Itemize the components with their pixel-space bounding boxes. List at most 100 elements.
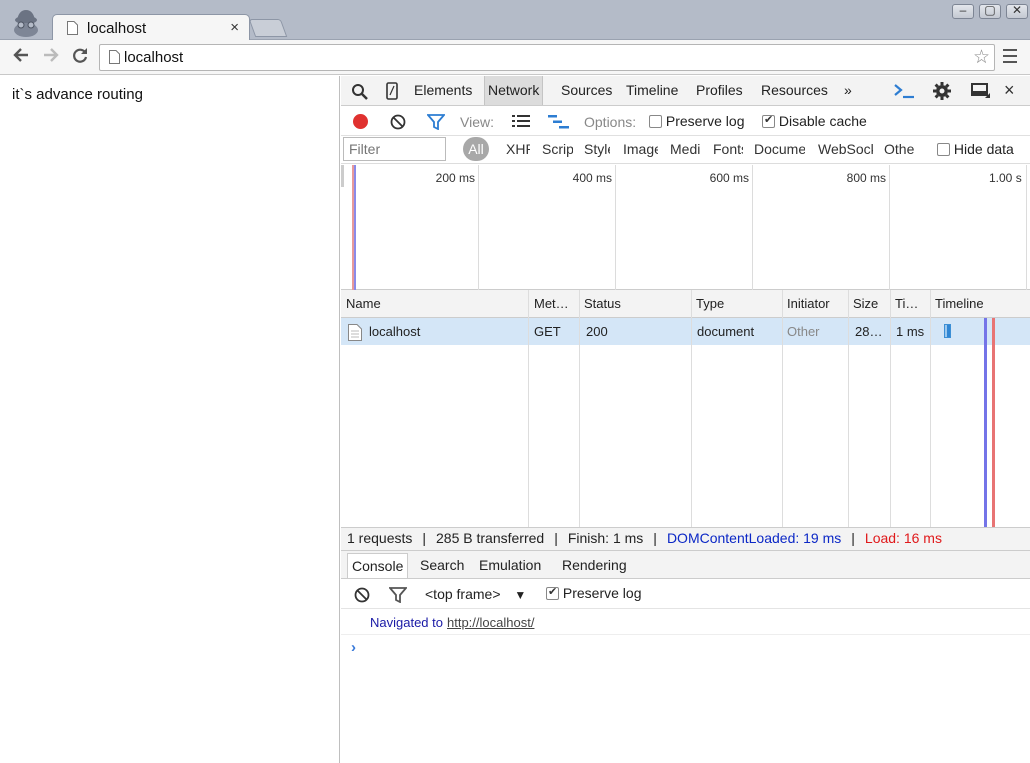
filter-websockets[interactable]: WebSockets [818, 141, 873, 157]
grid-line [889, 165, 890, 290]
drawer-tab-bar: Console Search Emulation Rendering [341, 551, 1030, 579]
tab-profiles[interactable]: Profiles [693, 76, 746, 105]
row-initiator: Other [787, 324, 820, 339]
network-overview[interactable]: 200 ms 400 ms 600 ms 800 ms 1.00 s [341, 165, 1030, 290]
title-bar: localhost × – ▢ ✕ [0, 0, 1030, 41]
clear-console-icon[interactable] [354, 587, 370, 603]
network-summary: 1 requests | 285 B transferred | Finish: 1 m… [341, 527, 1030, 551]
column-divider [848, 290, 849, 527]
close-window-button[interactable]: ✕ [1006, 3, 1028, 19]
page-icon [67, 21, 78, 35]
preserve-log-checkbox[interactable]: Preserve log [649, 113, 744, 129]
tab-close-button[interactable]: × [230, 19, 239, 36]
dcl-time: DOMContentLoaded: 19 ms [666, 530, 842, 546]
large-rows-icon[interactable] [512, 114, 530, 128]
filter-scripts[interactable]: Scripts [542, 141, 573, 157]
column-method[interactable]: Met… [534, 296, 569, 311]
overview-icon[interactable] [548, 114, 570, 130]
grid-line [752, 165, 753, 290]
browser-tab[interactable]: localhost × [52, 14, 250, 41]
tab-network[interactable]: Network [484, 76, 544, 105]
preserve-log-check[interactable] [649, 115, 662, 128]
table-row[interactable] [341, 318, 1030, 345]
row-status: 200 [586, 324, 608, 339]
filter-icon[interactable] [427, 114, 445, 130]
tab-emulation[interactable]: Emulation [475, 553, 545, 578]
grid-line [615, 165, 616, 290]
filter-xhr[interactable]: XHR [506, 141, 530, 157]
device-mode-icon[interactable] [385, 82, 399, 100]
devtools-tab-bar: Elements Network Sources Timeline Profil… [341, 76, 1030, 106]
tab-search[interactable]: Search [416, 553, 468, 578]
chrome-menu-icon[interactable] [1003, 49, 1017, 65]
console-drawer-icon[interactable] [893, 83, 915, 99]
overview-handle[interactable] [341, 165, 344, 187]
tick-label: 800 ms [846, 171, 886, 185]
console-prompt[interactable]: › [351, 639, 356, 656]
console-preserve-log-check[interactable] [546, 585, 559, 600]
row-time: 1 ms [896, 324, 925, 339]
reload-button[interactable] [69, 46, 91, 68]
filter-images[interactable]: Images [623, 141, 658, 157]
search-icon[interactable] [351, 83, 369, 101]
maximize-button[interactable]: ▢ [979, 3, 1001, 19]
more-tabs-button[interactable]: » [841, 76, 855, 105]
navigated-link[interactable]: http://localhost/ [447, 615, 534, 630]
document-icon [348, 324, 362, 341]
column-time[interactable]: Ti… [895, 296, 918, 311]
tab-elements[interactable]: Elements [411, 76, 475, 105]
clear-icon[interactable] [390, 114, 406, 130]
page-viewport: it`s advance routing [0, 76, 340, 763]
filter-all[interactable]: All [463, 137, 489, 161]
row-type: document [697, 324, 755, 339]
console-preserve-log-checkbox[interactable]: Preserve log [546, 585, 641, 601]
back-arrow-icon [13, 48, 28, 62]
row-name[interactable]: localhost [369, 324, 420, 339]
close-devtools-icon[interactable]: × [1004, 80, 1015, 101]
column-type[interactable]: Type [696, 296, 724, 311]
page-text: it`s advance routing [12, 86, 143, 103]
tab-sources[interactable]: Sources [558, 76, 615, 105]
tab-timeline[interactable]: Timeline [623, 76, 681, 105]
tab-rendering[interactable]: Rendering [558, 553, 631, 578]
filter-media[interactable]: Media [670, 141, 701, 157]
filter-styles[interactable]: Styles [584, 141, 610, 157]
tab-resources[interactable]: Resources [758, 76, 831, 105]
new-tab-button[interactable] [248, 19, 288, 37]
forward-button[interactable] [40, 46, 62, 68]
address-bar[interactable]: localhost ☆ [99, 44, 995, 71]
column-size[interactable]: Size [853, 296, 878, 311]
disable-cache-checkbox[interactable]: Disable cache [762, 113, 867, 129]
console-filter-icon[interactable] [389, 587, 407, 603]
hide-data-check[interactable] [937, 143, 950, 156]
devtools-panel: Elements Network Sources Timeline Profil… [341, 76, 1030, 763]
bookmark-star-icon[interactable]: ☆ [973, 46, 990, 69]
filter-documents[interactable]: Documents [754, 141, 805, 157]
record-button[interactable] [353, 114, 368, 129]
back-button[interactable] [10, 46, 32, 68]
tab-title: localhost [87, 20, 147, 37]
column-divider [691, 290, 692, 527]
column-initiator[interactable]: Initiator [787, 296, 830, 311]
disable-cache-check[interactable] [762, 113, 775, 128]
minimize-button[interactable]: – [952, 3, 974, 19]
options-label: Options: [584, 114, 637, 130]
grid-line [478, 165, 479, 290]
dock-side-icon[interactable] [971, 83, 991, 99]
load-time: Load: 16 ms [864, 530, 942, 546]
filter-fonts[interactable]: Fonts [713, 141, 743, 157]
transferred-size: 285 B transferred [436, 530, 545, 546]
column-name[interactable]: Name [346, 296, 381, 311]
console-toolbar: <top frame> ▼ Preserve log [341, 579, 1030, 609]
hide-data-checkbox[interactable]: Hide data [937, 141, 1014, 157]
column-divider [579, 290, 580, 527]
url-text: localhost [124, 49, 184, 66]
frame-select[interactable]: <top frame> ▼ [425, 586, 526, 602]
column-status[interactable]: Status [584, 296, 621, 311]
timeline-bar [944, 324, 951, 338]
filter-input[interactable] [343, 137, 446, 161]
gear-icon[interactable] [932, 81, 952, 101]
filter-other[interactable]: Other [884, 141, 915, 157]
tab-console[interactable]: Console [347, 553, 409, 578]
column-timeline[interactable]: Timeline [935, 296, 984, 311]
